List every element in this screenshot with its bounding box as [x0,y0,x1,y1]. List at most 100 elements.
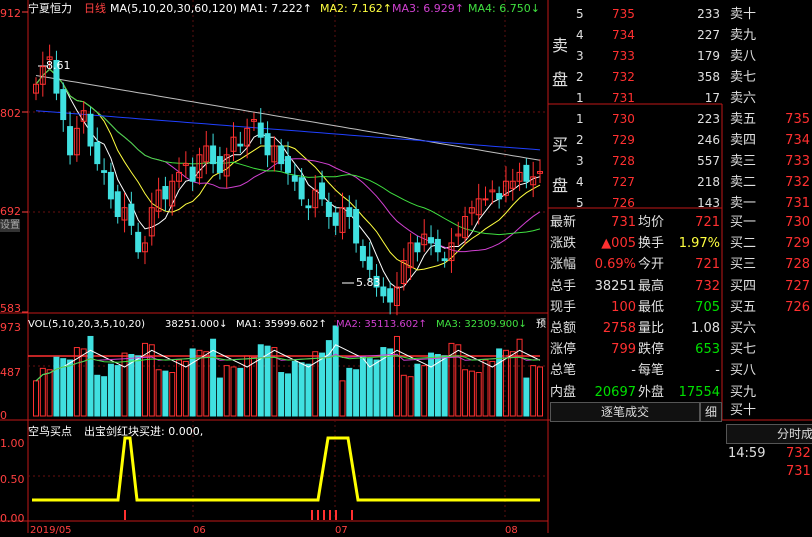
quote-label-2: 最低 [638,299,665,315]
volume-bar [353,369,360,417]
vol-axis-bottom: 0 [0,409,7,422]
tab-detail[interactable]: 细 [700,402,722,422]
volume-bar [393,335,400,417]
sell-row[interactable]: 3 733 179 [550,46,722,67]
tab-tick-trades[interactable]: 逐笔成交 [550,402,700,422]
buy-row[interactable]: 5 726 143 [550,193,722,214]
side-row-label: 买十 [730,403,757,418]
candle-body [387,288,394,303]
buy-row[interactable]: 2 729 246 [550,130,722,151]
tab-minute[interactable]: 分时成 [726,424,812,444]
level-volume: 143 [697,196,720,210]
side-row-label: 卖六 [730,91,757,106]
volume-bar [441,355,448,417]
side-row[interactable]: 卖五 735 [726,109,812,130]
volume-bars [33,325,543,417]
buy-row[interactable]: 3 728 557 [550,151,722,172]
vol-ma3: MA3: 32309.900↓ [436,319,527,330]
side-row[interactable]: 卖九 [726,25,812,46]
side-row-label: 卖四 [730,133,757,148]
price-axis-top: 912 [0,7,21,20]
quote-row[interactable]: 涨停 799 跌停 653 [550,339,722,360]
quote-label: 总笔 [550,363,577,379]
side-row-label: 卖七 [730,70,757,85]
side-row[interactable]: 买一 730 [726,212,812,233]
candle-body [482,198,489,201]
side-row-label: 卖五 [730,112,757,127]
stock-name: 宁夏恒力 [28,2,72,15]
side-row[interactable]: 买五 726 [726,297,812,318]
quote-label-2: 今开 [638,257,665,273]
quote-value: 100 [611,299,636,315]
level-volume: 223 [697,112,720,126]
quote-label: 总手 [550,278,577,294]
level-price: 735 [612,7,635,21]
side-row[interactable]: 买六 [726,318,812,339]
sell-row[interactable]: 2 732 358 [550,67,722,88]
ma1-value: MA1: 7.222↑ [240,2,312,15]
volume-bar [428,352,435,417]
quote-value: 799 [611,342,636,358]
side-row[interactable]: 卖二 732 [726,172,812,193]
sell-row[interactable]: 5 735 233 [550,4,722,25]
side-row-label: 卖九 [730,28,757,43]
quote-value: 38251 [594,278,636,294]
quote-value: 2758 [602,321,636,336]
side-row-label: 买四 [730,278,757,294]
level-num: 3 [576,49,584,63]
side-row[interactable]: 卖十 [726,4,812,25]
quote-row[interactable]: 内盘 20697 外盘 17554 [550,382,722,403]
level-volume: 246 [697,133,720,147]
quote-value: 731 [611,215,636,230]
quote-row[interactable]: 最新 731 均价 721 [550,212,722,233]
quote-row[interactable]: 涨幅 0.69% 今开 721 [550,254,722,275]
side-row-price: 730 [785,215,810,230]
buy-row[interactable]: 4 727 218 [550,172,722,193]
candle-body [353,208,360,244]
sell-row[interactable]: 1 731 17 [550,88,722,109]
candle-body [162,186,169,200]
quote-row[interactable]: 总笔 - 每笔 - [550,360,722,381]
quote-value-2: - [715,363,720,379]
quote-value-2: 721 [695,257,720,273]
quote-row[interactable]: 现手 100 最低 705 [550,297,722,318]
quote-value-2: 721 [695,215,720,230]
side-row[interactable]: 买八 [726,360,812,381]
quote-row[interactable]: 总额 2758 量比 1.08 [550,318,722,339]
side-row[interactable]: 卖六 [726,88,812,109]
side-row[interactable]: 卖七 [726,67,812,88]
volume-bar [278,372,285,417]
candle-body [128,203,135,226]
side-row[interactable]: 买七 [726,339,812,360]
candle-body [346,207,353,217]
side-row[interactable]: 卖四 734 [726,130,812,151]
buy-row[interactable]: 1 730 223 [550,109,722,130]
side-row[interactable]: 卖一 731 [726,193,812,214]
candle-body [523,164,530,182]
side-row-label: 买六 [730,321,757,336]
candle-body [257,122,264,138]
ind-axis-top: 1.00 [0,437,25,450]
volume-bar [537,366,543,417]
side-row[interactable]: 买四 727 [726,276,812,297]
side-row-label: 买九 [730,384,757,400]
quote-row[interactable]: 涨跌 ▲005 换手 1.97% [550,233,722,254]
volume-bar [39,367,46,417]
side-row[interactable]: 卖八 [726,46,812,67]
candle-body [325,201,332,217]
side-row[interactable]: 买三 728 [726,254,812,275]
candle-body [380,286,387,297]
volume-bar [462,369,469,417]
side-row[interactable]: 卖三 733 [726,151,812,172]
period-label[interactable]: 日线 [84,2,106,15]
candle-body [87,113,94,147]
volume-bar [114,365,121,417]
volume-bar [523,377,530,417]
side-row[interactable]: 买二 729 [726,233,812,254]
quote-row[interactable]: 总手 38251 最高 732 [550,276,722,297]
ma-definition: MA(5,10,20,30,60,120) [110,2,238,15]
sell-row[interactable]: 4 734 227 [550,25,722,46]
candle-body [67,126,74,156]
candle-body [135,231,142,253]
volume-bar [135,355,142,417]
